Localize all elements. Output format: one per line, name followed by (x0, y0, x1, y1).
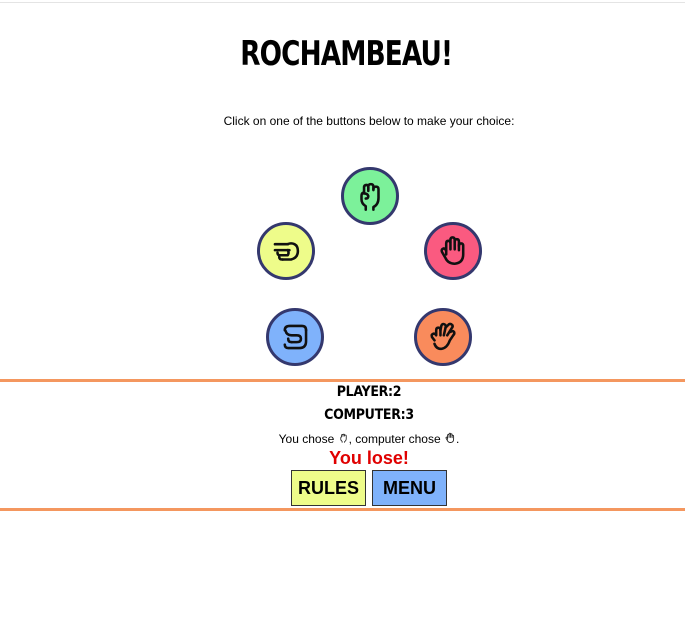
result-text: You chose , computer chose . (0, 432, 685, 446)
rock-button[interactable] (341, 167, 399, 225)
score-divider-bottom (0, 508, 685, 511)
raised-hand-icon (440, 236, 465, 266)
raised-hand-icon (445, 432, 455, 443)
lizard-button[interactable] (266, 308, 324, 366)
scissors-button[interactable] (257, 222, 315, 280)
fist-icon (360, 182, 380, 211)
computer-score: COMPUTER:3 (324, 407, 414, 423)
fist-icon (339, 433, 347, 443)
instructions-text: Click on one of the buttons below to mak… (223, 114, 515, 128)
vulcan-salute-icon (430, 322, 456, 351)
outcome-message: You lose! (329, 448, 409, 468)
result-prefix: You chose (278, 432, 338, 446)
spock-button[interactable] (414, 308, 472, 366)
score-divider-top (0, 379, 685, 382)
page-title: ROCHAMBEAU! (240, 34, 453, 74)
lizard-hand-icon (283, 324, 308, 350)
rules-button[interactable]: RULES (291, 470, 366, 506)
top-border (0, 2, 685, 3)
paper-button[interactable] (424, 222, 482, 280)
result-suffix: . (456, 432, 460, 446)
player-score: PLAYER:2 (336, 384, 402, 400)
menu-button[interactable]: MENU (372, 470, 447, 506)
result-middle: , computer chose (348, 432, 444, 446)
pointing-hand-icon (273, 242, 300, 261)
